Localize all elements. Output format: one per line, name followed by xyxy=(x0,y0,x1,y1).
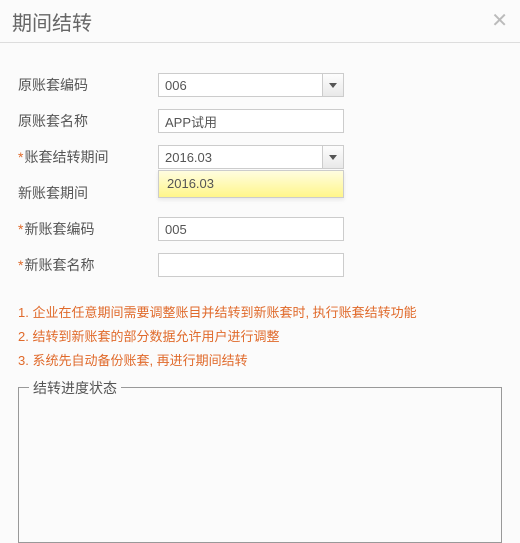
label-new-name: 新账套名称 xyxy=(18,255,158,275)
dialog-title: 期间结转 xyxy=(12,7,92,36)
note-line-2: 2. 结转到新账套的部分数据允许用户进行调整 xyxy=(18,325,502,349)
orig-code-dropdown-btn[interactable] xyxy=(322,73,344,97)
period-dropdown-btn[interactable] xyxy=(322,145,344,169)
row-orig-name: 原账套名称 xyxy=(18,107,502,135)
orig-code-combo[interactable] xyxy=(158,73,344,97)
row-orig-code: 原账套编码 xyxy=(18,71,502,99)
chevron-down-icon xyxy=(329,83,337,88)
dialog-header: 期间结转 ✕ xyxy=(0,0,520,43)
label-new-code: 新账套编码 xyxy=(18,219,158,239)
period-dropdown[interactable]: 2016.03 xyxy=(158,170,344,198)
new-name-input[interactable] xyxy=(158,253,344,277)
label-orig-name: 原账套名称 xyxy=(18,111,158,131)
period-combo[interactable] xyxy=(158,145,344,169)
period-carryover-dialog: 期间结转 ✕ 原账套编码 原账套名称 账套结转期间 xyxy=(0,0,520,542)
label-orig-code: 原账套编码 xyxy=(18,75,158,95)
label-period: 账套结转期间 xyxy=(18,147,158,167)
period-input[interactable] xyxy=(158,145,322,169)
row-period: 账套结转期间 2016.03 xyxy=(18,143,502,171)
row-new-code: 新账套编码 xyxy=(18,215,502,243)
note-line-3: 3. 系统先自动备份账套, 再进行期间结转 xyxy=(18,349,502,373)
form-area: 原账套编码 原账套名称 账套结转期间 xyxy=(18,71,502,279)
notes: 1. 企业在任意期间需要调整账目并结转到新账套时, 执行账套结转功能 2. 结转… xyxy=(18,301,502,373)
close-icon[interactable]: ✕ xyxy=(491,11,508,31)
new-code-input[interactable] xyxy=(158,217,344,241)
orig-name-input[interactable] xyxy=(158,109,344,133)
row-new-name: 新账套名称 xyxy=(18,251,502,279)
status-legend: 结转进度状态 xyxy=(29,378,121,398)
orig-code-input[interactable] xyxy=(158,73,322,97)
period-option-0[interactable]: 2016.03 xyxy=(159,171,343,197)
chevron-down-icon xyxy=(329,155,337,160)
status-group: 结转进度状态 xyxy=(18,387,502,543)
note-line-1: 1. 企业在任意期间需要调整账目并结转到新账套时, 执行账套结转功能 xyxy=(18,301,502,325)
label-new-period: 新账套期间 xyxy=(18,183,158,203)
